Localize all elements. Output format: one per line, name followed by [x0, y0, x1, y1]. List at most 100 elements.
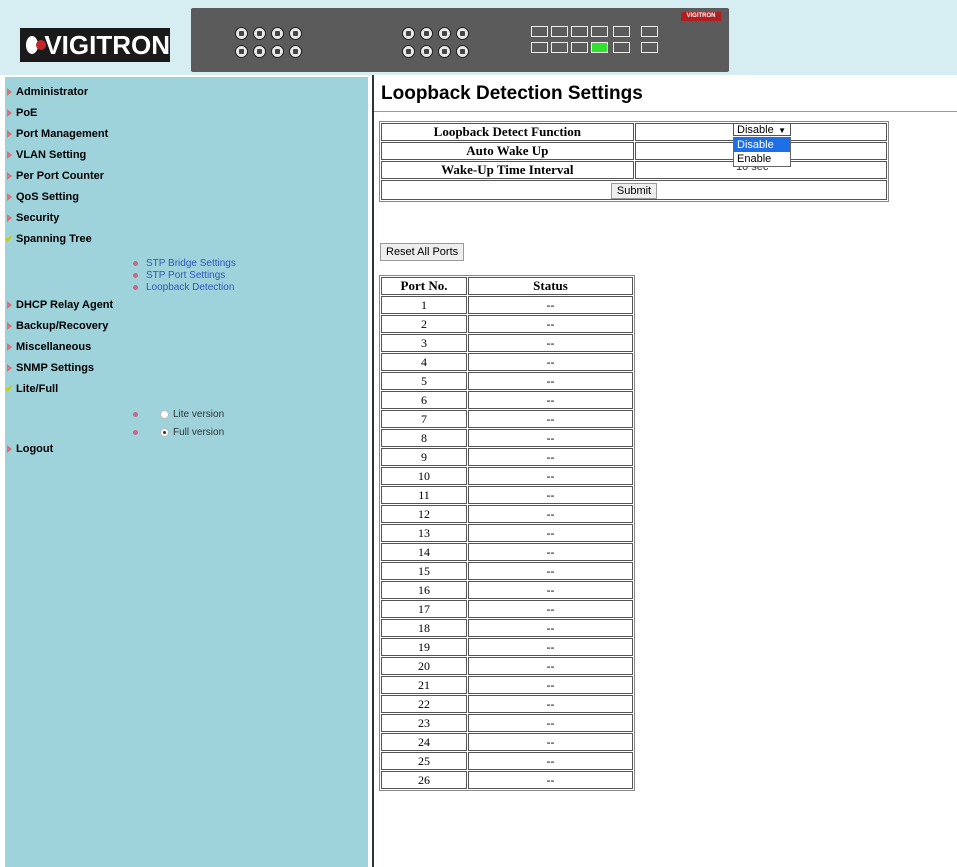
table-row: 10 -- [381, 467, 633, 485]
radio-label: Lite version [173, 409, 225, 420]
port-led-icon [289, 45, 302, 58]
table-row: 20 -- [381, 657, 633, 675]
dropdown-option-disable[interactable]: Disable [734, 138, 790, 152]
arrow-icon [7, 109, 12, 117]
port-number-cell: 13 [381, 524, 467, 542]
sidebar-item-label: QoS Setting [16, 191, 79, 203]
logo-text: VIGITRON [44, 29, 170, 60]
port-status-cell: -- [468, 334, 633, 352]
arrow-icon [7, 322, 12, 330]
table-row: 1 -- [381, 296, 633, 314]
bullet-icon [133, 430, 138, 435]
header-banner: VIGITRON VIGITRON [0, 0, 957, 75]
port-number-cell: 7 [381, 410, 467, 428]
port-status-cell: -- [468, 714, 633, 732]
table-row: 11 -- [381, 486, 633, 504]
port-square-icon [641, 26, 658, 37]
port-led-icon [438, 27, 451, 40]
setting-label: Loopback Detect Function [381, 123, 634, 141]
sidebar-item-per-port-counter[interactable]: Per Port Counter [5, 170, 104, 182]
sidebar-menu: Administrator PoE Port Management VLAN Sett… [5, 77, 368, 867]
port-status-cell: -- [468, 448, 633, 466]
title-rule [374, 111, 957, 112]
sidebar-item-spanning-tree[interactable]: ✔ Spanning Tree [5, 233, 92, 245]
port-status-cell: -- [468, 581, 633, 599]
setting-label: Wake-Up Time Interval [381, 161, 634, 179]
radio-full-version[interactable] [160, 428, 169, 437]
port-number-cell: 6 [381, 391, 467, 409]
table-row: 16 -- [381, 581, 633, 599]
sidebar-item-qos-setting[interactable]: QoS Setting [5, 191, 79, 203]
port-status-cell: -- [468, 733, 633, 751]
sidebar-item-lite-full[interactable]: ✔ Lite/Full [5, 383, 58, 395]
port-led-icon [402, 27, 415, 40]
port-number-cell: 12 [381, 505, 467, 523]
sidebar-subitem-label: Loopback Detection [146, 282, 235, 293]
port-number-cell: 19 [381, 638, 467, 656]
table-row: 21 -- [381, 676, 633, 694]
port-square-icon [571, 26, 588, 37]
check-icon: ✔ [5, 233, 14, 245]
frame-divider[interactable] [372, 75, 374, 867]
submit-button[interactable]: Submit [610, 183, 658, 199]
bullet-icon [133, 285, 138, 290]
check-icon: ✔ [5, 383, 14, 395]
sidebar-item-administrator[interactable]: Administrator [5, 86, 88, 98]
port-status-cell: -- [468, 486, 633, 504]
port-led-icon [456, 45, 469, 58]
port-square-icon [641, 42, 658, 53]
port-number-cell: 22 [381, 695, 467, 713]
port-status-cell: -- [468, 315, 633, 333]
loopback-detect-select[interactable]: Disable ▼ [733, 123, 791, 136]
sidebar-item-dhcp-relay-agent[interactable]: DHCP Relay Agent [5, 299, 113, 311]
sidebar-item-miscellaneous[interactable]: Miscellaneous [5, 341, 91, 353]
page-title: Loopback Detection Settings [381, 83, 643, 104]
port-status-cell: -- [468, 524, 633, 542]
sidebar-subitem-stp-bridge-settings[interactable]: STP Bridge Settings [133, 258, 236, 269]
port-led-icon [456, 27, 469, 40]
setting-row-wakeup: Auto Wake Up [381, 142, 887, 160]
sidebar-item-logout[interactable]: Logout [5, 443, 53, 455]
port-square-icon [613, 26, 630, 37]
sidebar-item-vlan-setting[interactable]: VLAN Setting [5, 149, 86, 161]
sidebar-item-port-management[interactable]: Port Management [5, 128, 108, 140]
radio-lite-version[interactable] [160, 410, 169, 419]
submit-cell: Submit [381, 180, 887, 200]
bullet-icon [133, 412, 138, 417]
port-number-cell: 15 [381, 562, 467, 580]
sidebar-item-label: Administrator [16, 86, 89, 98]
arrow-icon [7, 88, 12, 96]
port-led-icon [271, 27, 284, 40]
setting-row-interval: Wake-Up Time Interval [381, 161, 887, 179]
port-led-icon [235, 45, 248, 58]
sidebar-item-security[interactable]: Security [5, 212, 59, 224]
sidebar-item-poe[interactable]: PoE [5, 107, 37, 119]
table-row: 12 -- [381, 505, 633, 523]
sidebar-item-label: SNMP Settings [16, 362, 95, 374]
arrow-icon [7, 364, 12, 372]
port-number-cell: 10 [381, 467, 467, 485]
sidebar-item-label: DHCP Relay Agent [16, 299, 114, 311]
sidebar-item-backup-recovery[interactable]: Backup/Recovery [5, 320, 108, 332]
port-number-cell: 3 [381, 334, 467, 352]
port-led-icon [438, 45, 451, 58]
arrow-icon [7, 193, 12, 201]
sidebar-subitem-stp-port-settings[interactable]: STP Port Settings [133, 270, 225, 281]
table-row: 9 -- [381, 448, 633, 466]
port-status-cell: -- [468, 296, 633, 314]
sidebar-item-snmp-settings[interactable]: SNMP Settings [5, 362, 94, 374]
sidebar-subitem-loopback-detection[interactable]: Loopback Detection [133, 282, 234, 293]
sidebar-item-label: Logout [16, 443, 54, 455]
table-row: 24 -- [381, 733, 633, 751]
dropdown-option-enable[interactable]: Enable [734, 152, 790, 166]
table-row: 13 -- [381, 524, 633, 542]
table-row: 22 -- [381, 695, 633, 713]
port-number-cell: 1 [381, 296, 467, 314]
switch-brand-badge: VIGITRON [681, 12, 721, 21]
port-led-icon [235, 27, 248, 40]
sidebar-item-label: PoE [16, 107, 38, 119]
port-led-icon [253, 27, 266, 40]
port-number-cell: 5 [381, 372, 467, 390]
reset-all-ports-button[interactable]: Reset All Ports [380, 243, 465, 261]
table-row: 6 -- [381, 391, 633, 409]
